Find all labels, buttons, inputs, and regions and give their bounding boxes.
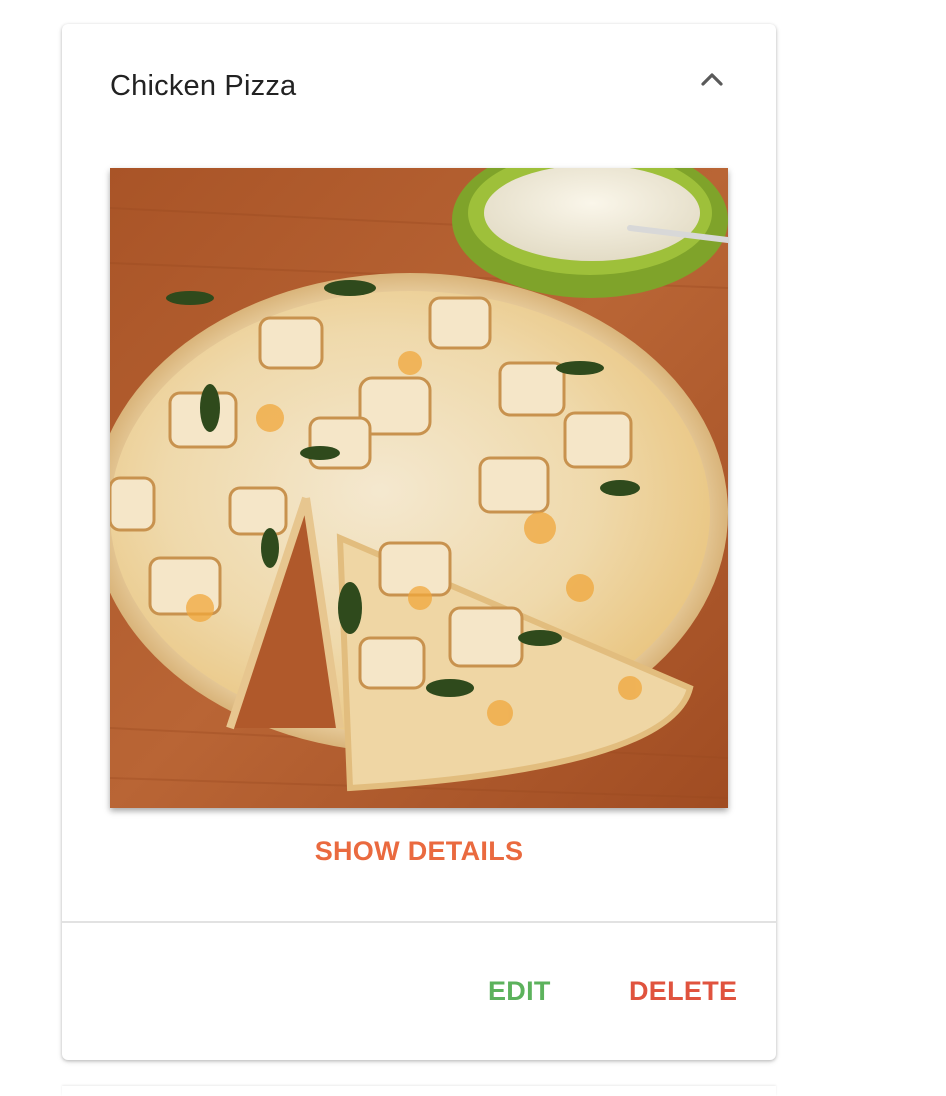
card-divider (62, 921, 776, 923)
recipe-photo (110, 168, 728, 808)
next-card-edge (62, 1086, 776, 1096)
card-header: Chicken Pizza (110, 68, 732, 108)
card-actions: EDIT DELETE (62, 976, 776, 1016)
show-details-button[interactable]: SHOW DETAILS (62, 836, 776, 867)
chevron-up-icon (701, 73, 723, 86)
card-title: Chicken Pizza (110, 70, 297, 102)
collapse-button[interactable] (692, 68, 732, 108)
edit-button[interactable]: EDIT (488, 976, 551, 1007)
recipe-card: Chicken Pizza SHOW DETAILS EDIT DELETE (62, 24, 776, 1060)
delete-button[interactable]: DELETE (629, 976, 737, 1007)
